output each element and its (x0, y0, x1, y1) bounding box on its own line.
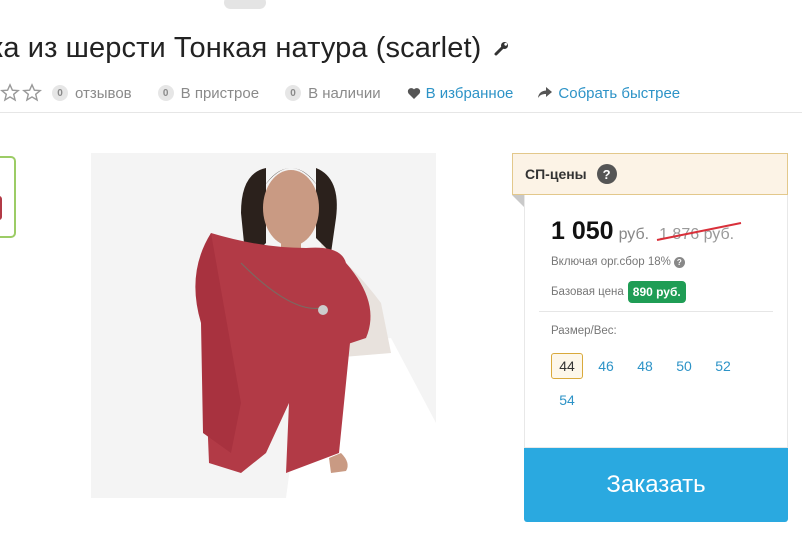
fee-line: Включая орг.сбор 18% ? (551, 256, 685, 268)
price-line: 1 050 руб. 1 876 руб. (551, 217, 742, 246)
header-divider (0, 112, 802, 113)
heart-icon (407, 87, 421, 100)
product-meta-row: 0 отзывов 0 В пристрое 0 В наличии В изб… (0, 82, 704, 104)
share-arrow-icon (537, 86, 553, 100)
pristroy-count[interactable]: 0 В пристрое (157, 84, 260, 102)
gallery-thumbnail[interactable] (0, 156, 16, 238)
reviews-label: отзывов (75, 84, 132, 102)
favorites-label: В избранное (425, 84, 514, 102)
price-currency: руб. (618, 226, 650, 243)
strikethrough-mark (656, 222, 742, 241)
in-stock-count[interactable]: 0 В наличии (285, 85, 381, 102)
old-price: 1 876 руб. (656, 222, 742, 244)
reviews-count[interactable]: 0 отзывов (52, 85, 132, 102)
order-button[interactable]: Заказать (524, 448, 788, 522)
wrench-icon[interactable] (493, 39, 511, 57)
collect-faster-link[interactable]: Собрать быстрее (537, 85, 680, 102)
price-value: 1 050 (551, 217, 614, 245)
pristroy-count-badge: 0 (157, 85, 174, 101)
product-title-row: ка из шерсти Тонкая натура (scarlet) (0, 28, 511, 68)
ribbon-fold (512, 195, 524, 207)
pristroy-label: В пристрое (180, 84, 260, 102)
reviews-count-badge: 0 (52, 85, 68, 101)
sp-prices-label: СП-цены (525, 166, 587, 182)
size-option-44[interactable]: 44 (551, 353, 583, 379)
size-option-48[interactable]: 48 (629, 353, 661, 379)
star-icon[interactable] (0, 83, 20, 103)
base-price-badge: 890 руб. (627, 281, 686, 303)
sp-prices-header: СП-цены ? (512, 153, 788, 195)
fee-help-icon[interactable]: ? (673, 256, 685, 268)
product-title: ка из шерсти Тонкая натура (scarlet) (0, 31, 482, 64)
base-price-line: Базовая цена 890 руб. (551, 281, 686, 303)
price-divider (539, 311, 773, 312)
model-illustration (91, 153, 436, 498)
size-option-54[interactable]: 54 (551, 387, 583, 413)
base-price-label: Базовая цена (551, 286, 624, 298)
size-option-46[interactable]: 46 (590, 353, 622, 379)
size-label: Размер/Вес: (551, 325, 617, 337)
collect-faster-label: Собрать быстрее (558, 84, 681, 102)
fee-text: Включая орг.сбор 18% (551, 256, 671, 268)
in-stock-count-badge: 0 (285, 85, 302, 101)
in-stock-label: В наличии (308, 84, 381, 102)
rating-stars[interactable] (0, 83, 42, 103)
help-icon[interactable]: ? (596, 164, 617, 184)
top-scroll-handle[interactable] (224, 0, 266, 9)
add-to-favorites-link[interactable]: В избранное (407, 84, 514, 102)
star-icon[interactable] (22, 83, 42, 103)
thumbnail-image (0, 196, 2, 220)
size-option-50[interactable]: 50 (668, 353, 700, 379)
size-option-52[interactable]: 52 (707, 353, 739, 379)
price-box: 1 050 руб. 1 876 руб. Включая орг.сбор 1… (524, 195, 788, 448)
product-photo[interactable] (91, 153, 436, 498)
